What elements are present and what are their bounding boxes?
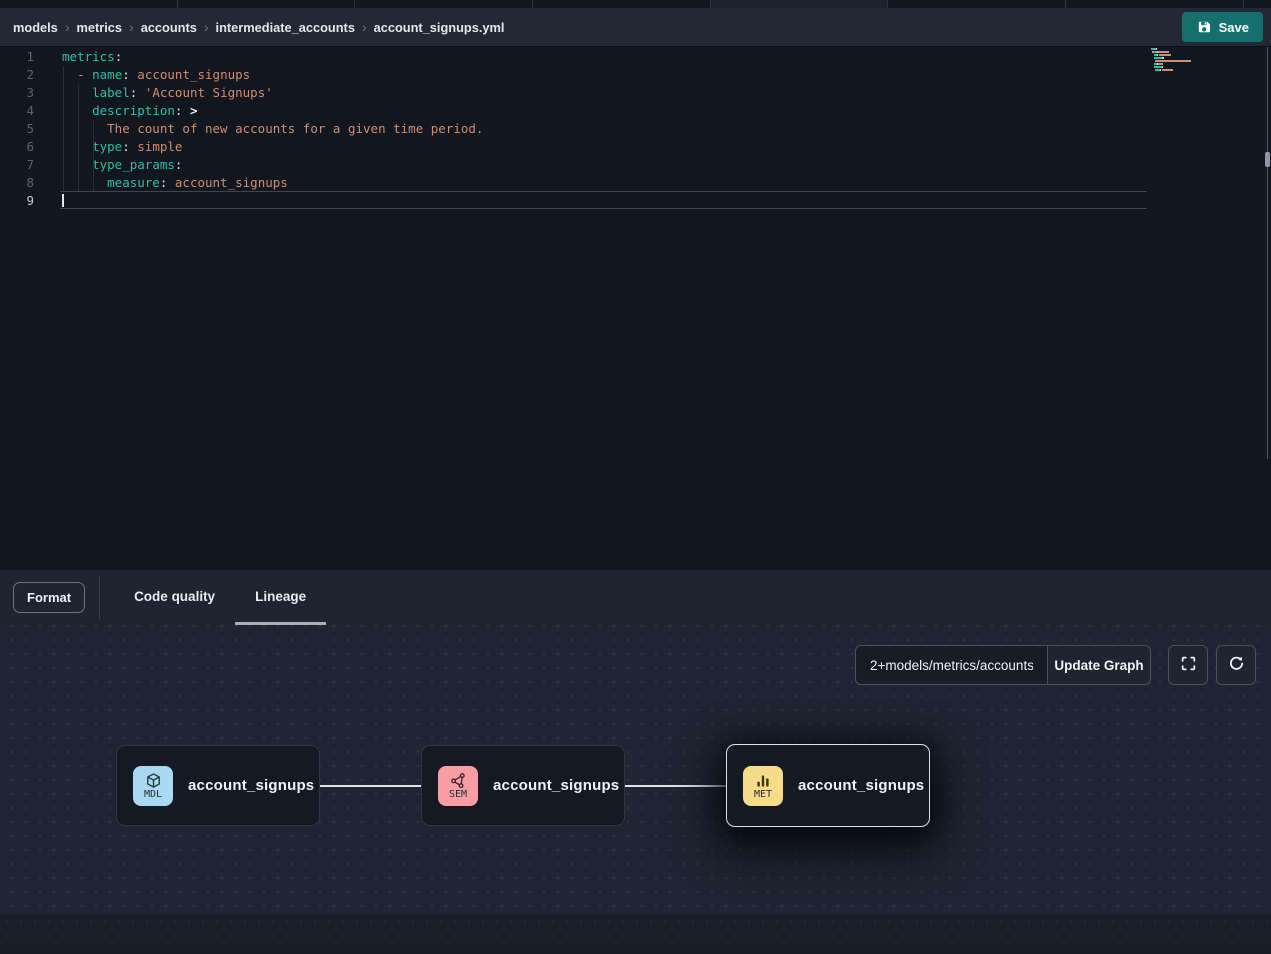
top-file-tab[interactable]	[711, 0, 889, 8]
chevron-right-icon: ›	[65, 20, 70, 34]
code-text: metrics:	[48, 48, 122, 66]
text-cursor	[62, 194, 64, 207]
save-icon	[1196, 19, 1212, 35]
line-number: 9	[0, 192, 48, 210]
top-file-tab[interactable]	[533, 0, 711, 8]
line-number: 4	[0, 102, 48, 120]
bottom-panel: Format Code qualityLineage Update Graph	[0, 570, 1271, 954]
editor-scrollbar-thumb[interactable]	[1265, 152, 1270, 167]
top-file-tab[interactable]	[0, 0, 178, 8]
line-number: 3	[0, 84, 48, 102]
chevron-right-icon: ›	[362, 20, 367, 34]
line-number: 5	[0, 120, 48, 138]
tab-code-quality[interactable]: Code quality	[114, 570, 235, 625]
lineage-node-met[interactable]: MET account_signups	[726, 744, 930, 827]
breadcrumb-item[interactable]: intermediate_accounts	[216, 20, 355, 35]
code-text: label: 'Account Signups'	[48, 84, 273, 102]
code-line[interactable]: 3 label: 'Account Signups'	[0, 84, 1147, 102]
mdl-badge: MDL	[133, 766, 173, 806]
selector-group: Update Graph	[855, 645, 1151, 685]
panel-tab-bar: Format Code qualityLineage	[0, 570, 1271, 625]
sem-badge: SEM	[438, 766, 478, 806]
code-text: measure: account_signups	[48, 174, 288, 192]
code-text: description: >	[48, 102, 198, 120]
active-line-highlight	[60, 191, 1147, 209]
chevron-right-icon: ›	[204, 20, 209, 34]
code-line[interactable]: 5 The count of new accounts for a given …	[0, 120, 1147, 138]
divider	[99, 576, 100, 620]
line-number: 1	[0, 48, 48, 66]
breadcrumb-bar: models › metrics › accounts › intermediate_acc…	[0, 8, 1271, 47]
node-label: account_signups	[188, 777, 314, 794]
lineage-selector-input[interactable]	[855, 645, 1047, 685]
panel-tabs: Code qualityLineage	[114, 570, 326, 625]
badge-label: SEM	[449, 790, 467, 800]
app-window: models › metrics › accounts › intermediate_acc…	[0, 0, 1271, 954]
code-line[interactable]: 4 description: >	[0, 102, 1147, 120]
lineage-canvas[interactable]: Update Graph	[0, 625, 1271, 915]
code-line[interactable]: 6 type: simple	[0, 138, 1147, 156]
line-number: 8	[0, 174, 48, 192]
met-badge: MET	[743, 766, 783, 806]
lineage-edge	[625, 785, 726, 787]
code-line[interactable]: 2 - name: account_signups	[0, 66, 1147, 84]
save-button[interactable]: Save	[1182, 12, 1263, 42]
lineage-node-mdl[interactable]: MDL account_signups	[116, 745, 320, 826]
format-button[interactable]: Format	[13, 582, 85, 613]
top-file-tab[interactable]	[1066, 0, 1244, 8]
editor-scrollbar-track[interactable]	[1267, 47, 1268, 459]
line-number: 2	[0, 66, 48, 84]
breadcrumb: models › metrics › accounts › intermediate_acc…	[13, 20, 504, 35]
lineage-edge	[320, 785, 421, 787]
breadcrumb-item[interactable]: metrics	[76, 20, 122, 35]
bar-chart-icon	[755, 772, 771, 789]
code-line[interactable]: 8 measure: account_signups	[0, 174, 1147, 192]
breadcrumb-item[interactable]: models	[13, 20, 58, 35]
lineage-canvas-lower	[0, 915, 1271, 954]
top-file-tab[interactable]	[888, 0, 1066, 8]
code-text: - name: account_signups	[48, 66, 250, 84]
chevron-right-icon: ›	[129, 20, 134, 34]
node-label: account_signups	[798, 777, 924, 794]
editor-tab-strip	[0, 0, 1271, 8]
breadcrumb-item[interactable]: account_signups.yml	[374, 20, 505, 35]
code-text: type: simple	[48, 138, 182, 156]
top-file-tab[interactable]	[355, 0, 533, 8]
code-line[interactable]: 7 type_params:	[0, 156, 1147, 174]
code-editor[interactable]: 1metrics:2 - name: account_signups3 labe…	[0, 47, 1271, 570]
line-number: 6	[0, 138, 48, 156]
code-text: type_params:	[48, 156, 182, 174]
code-text: The count of new accounts for a given ti…	[48, 120, 483, 138]
node-label: account_signups	[493, 777, 619, 794]
tab-lineage[interactable]: Lineage	[235, 570, 326, 625]
top-file-tab[interactable]	[178, 0, 356, 8]
indent-guide	[78, 84, 79, 192]
lineage-controls: Update Graph	[0, 645, 1271, 685]
badge-label: MET	[754, 790, 772, 800]
save-button-label: Save	[1219, 20, 1249, 35]
lineage-node-sem[interactable]: SEM account_signups	[421, 745, 625, 826]
code-lines: 1metrics:2 - name: account_signups3 labe…	[0, 48, 1147, 210]
badge-label: MDL	[144, 790, 162, 800]
semantic-network-icon	[450, 771, 467, 789]
fullscreen-button[interactable]	[1168, 645, 1208, 685]
code-line[interactable]: 1metrics:	[0, 48, 1147, 66]
update-graph-button[interactable]: Update Graph	[1047, 645, 1151, 685]
breadcrumb-item[interactable]: accounts	[141, 20, 197, 35]
indent-guide	[93, 120, 94, 192]
refresh-icon	[1228, 655, 1245, 675]
cube-icon	[145, 771, 162, 789]
fullscreen-icon	[1180, 655, 1197, 675]
line-number: 7	[0, 156, 48, 174]
indent-guide	[63, 66, 64, 192]
minimap[interactable]	[1151, 48, 1213, 75]
refresh-button[interactable]	[1216, 645, 1256, 685]
bottom-edge-strip	[0, 945, 1271, 954]
